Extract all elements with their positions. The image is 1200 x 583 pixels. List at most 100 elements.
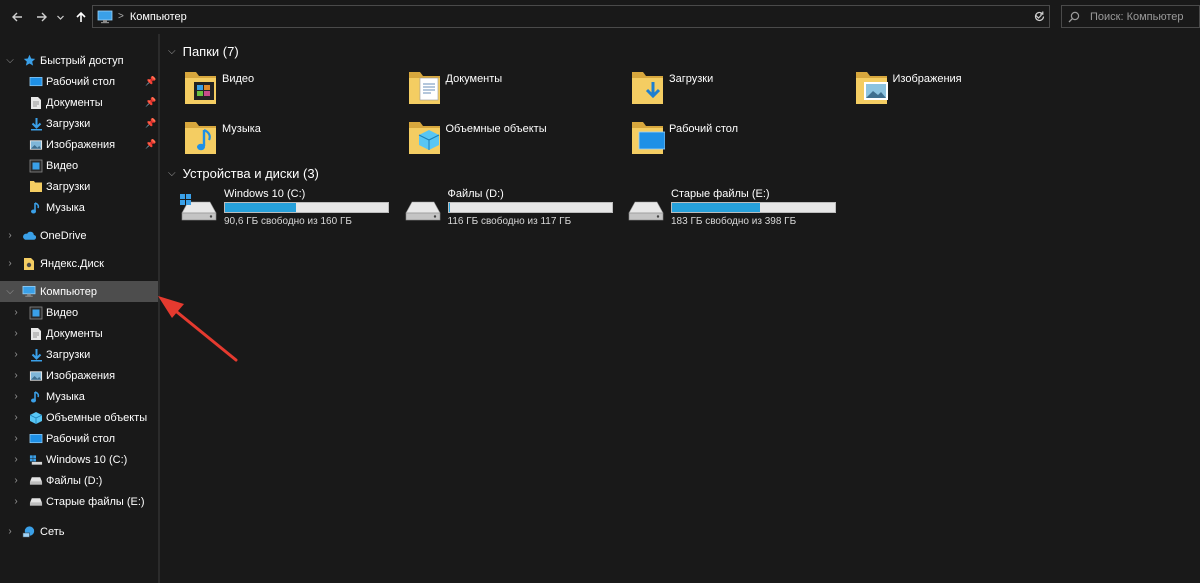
breadcrumb-computer[interactable]: Компьютер [130,11,187,23]
group-header-devices[interactable]: ⌵ Устройства и диски (3) [168,166,319,181]
sidebar-item-computer-child-3[interactable]: › Изображения [0,365,158,386]
sidebar-item-computer[interactable]: ⌵ Компьютер [0,281,158,302]
chevron-right-icon[interactable]: › [11,496,21,507]
sidebar-item-computer-child-7[interactable]: › Windows 10 (C:) [0,449,158,470]
chevron-right-icon[interactable]: › [11,349,21,360]
sidebar-item-label: Изображения [46,369,116,382]
folder-label: Музыка [222,123,261,135]
sidebar-item-label: Объемные объекты [46,411,148,424]
back-button[interactable] [6,6,28,28]
sidebar-item-quick-access[interactable]: ⌵ Быстрый доступ [0,50,158,71]
sidebar-item-quick-5[interactable]: Загрузки [0,176,158,197]
sidebar-item-label: Изображения [46,138,116,151]
folder-tile[interactable]: Изображения [853,66,1073,112]
chevron-right-icon[interactable]: › [11,475,21,486]
videos-icon [29,306,43,320]
sidebar-item-computer-child-4[interactable]: › Музыка [0,386,158,407]
star-icon [22,54,36,68]
documents-icon [29,96,43,110]
chevron-down-icon[interactable]: ⌵ [5,55,15,66]
drive-name: Windows 10 (C:) [224,188,306,200]
sidebar-item-label: Музыка [46,201,85,214]
sidebar-item-computer-child-1[interactable]: › Документы [0,323,158,344]
drive-usage-fill [448,203,451,212]
sidebar-item-computer-child-9[interactable]: › Старые файлы (E:) [0,491,158,512]
pictures-icon [29,369,43,383]
drive-name: Файлы (D:) [447,188,504,200]
chevron-down-icon[interactable]: ⌵ [168,168,176,179]
chevron-right-icon[interactable]: › [5,230,15,241]
folder-label: Загрузки [669,73,714,85]
folder-label: Рабочий стол [669,123,739,135]
3d-objects-folder-icon [406,116,442,156]
chevron-down-icon[interactable]: ⌵ [5,286,15,297]
chevron-right-icon[interactable]: › [11,328,21,339]
arrow-up-icon [76,11,86,22]
chevron-right-icon[interactable]: › [11,307,21,318]
chevron-right-icon[interactable]: › [5,258,15,269]
drive-free-space: 183 ГБ свободно из 398 ГБ [671,216,797,227]
chevron-right-icon[interactable]: › [11,433,21,444]
sidebar-item-label: Загрузки [46,117,91,130]
folder-tile[interactable]: Рабочий стол [629,116,849,162]
sidebar-item-quick-1[interactable]: Документы 📌 [0,92,158,113]
chevron-right-icon[interactable]: › [11,454,21,465]
sidebar-item-computer-child-8[interactable]: › Файлы (D:) [0,470,158,491]
recent-locations-button[interactable] [53,6,67,28]
drive-icon [627,194,665,222]
folder-label: Видео [222,73,255,85]
sidebar-item-computer-child-5[interactable]: › Объемные объекты [0,407,158,428]
drive-tile[interactable]: Windows 10 (C:) 90,6 ГБ свободно из 160 Г… [180,188,400,228]
music-folder-icon [182,116,218,156]
sidebar-item-quick-4[interactable]: Видео [0,155,158,176]
folder-tile[interactable]: Видео [182,66,402,112]
pin-icon[interactable]: 📌 [145,97,156,108]
forward-button[interactable] [31,6,53,28]
pin-icon[interactable]: 📌 [145,76,156,87]
sidebar-item-quick-2[interactable]: Загрузки 📌 [0,113,158,134]
drive-tile[interactable]: Файлы (D:) 116 ГБ свободно из 117 ГБ [404,188,624,228]
sidebar-item-yandex-disk[interactable]: › Яндекс.Диск [0,253,158,274]
arrow-left-icon [12,12,22,22]
sidebar-item-quick-6[interactable]: Музыка [0,197,158,218]
content-pane: ⌵ Папки (7) Видео Документы Загрузки Изобра… [160,34,1200,583]
sidebar-item-computer-child-0[interactable]: › Видео [0,302,158,323]
cloud-icon [22,229,36,243]
videos-folder-icon [182,66,218,106]
drive-tile[interactable]: Старые файлы (E:) 183 ГБ свободно из 398 … [627,188,847,228]
chevron-right-icon[interactable]: › [5,526,15,537]
sidebar-item-onedrive[interactable]: › OneDrive [0,225,158,246]
group-title: Папки (7) [182,44,239,59]
search-box[interactable]: Поиск: Компьютер [1061,5,1200,28]
drive-free-space: 90,6 ГБ свободно из 160 ГБ [224,216,352,227]
up-button[interactable] [70,6,92,28]
folder-tile[interactable]: Документы [406,66,626,112]
drive-free-space: 116 ГБ свободно из 117 ГБ [447,216,572,227]
pictures-folder-icon [853,66,889,106]
sidebar-item-label: OneDrive [40,229,87,242]
folder-tile[interactable]: Музыка [182,116,402,162]
group-header-folders[interactable]: ⌵ Папки (7) [168,44,239,59]
folder-icon [29,180,43,194]
sidebar-item-label: Компьютер [40,285,97,298]
desktop-icon [29,432,43,446]
sidebar-item-network[interactable]: › Сеть [0,521,158,542]
computer-icon [97,10,113,23]
chevron-right-icon[interactable]: › [11,370,21,381]
sidebar-item-quick-0[interactable]: Рабочий стол 📌 [0,71,158,92]
folder-tile[interactable]: Объемные объекты [406,116,626,162]
chevron-down-icon[interactable]: ⌵ [168,46,176,57]
sidebar-item-computer-child-2[interactable]: › Загрузки [0,344,158,365]
pin-icon[interactable]: 📌 [145,118,156,129]
chevron-right-icon[interactable]: › [11,391,21,402]
sidebar-item-computer-child-6[interactable]: › Рабочий стол [0,428,158,449]
sidebar-item-quick-3[interactable]: Изображения 📌 [0,134,158,155]
chevron-down-icon [56,15,64,20]
computer-icon [22,285,36,299]
chevron-right-icon[interactable]: › [11,412,21,423]
pin-icon[interactable]: 📌 [145,139,156,150]
drive-icon [29,474,43,488]
folder-tile[interactable]: Загрузки [629,66,849,112]
refresh-button[interactable] [1028,6,1050,27]
address-bar[interactable]: > Компьютер [92,5,1050,28]
